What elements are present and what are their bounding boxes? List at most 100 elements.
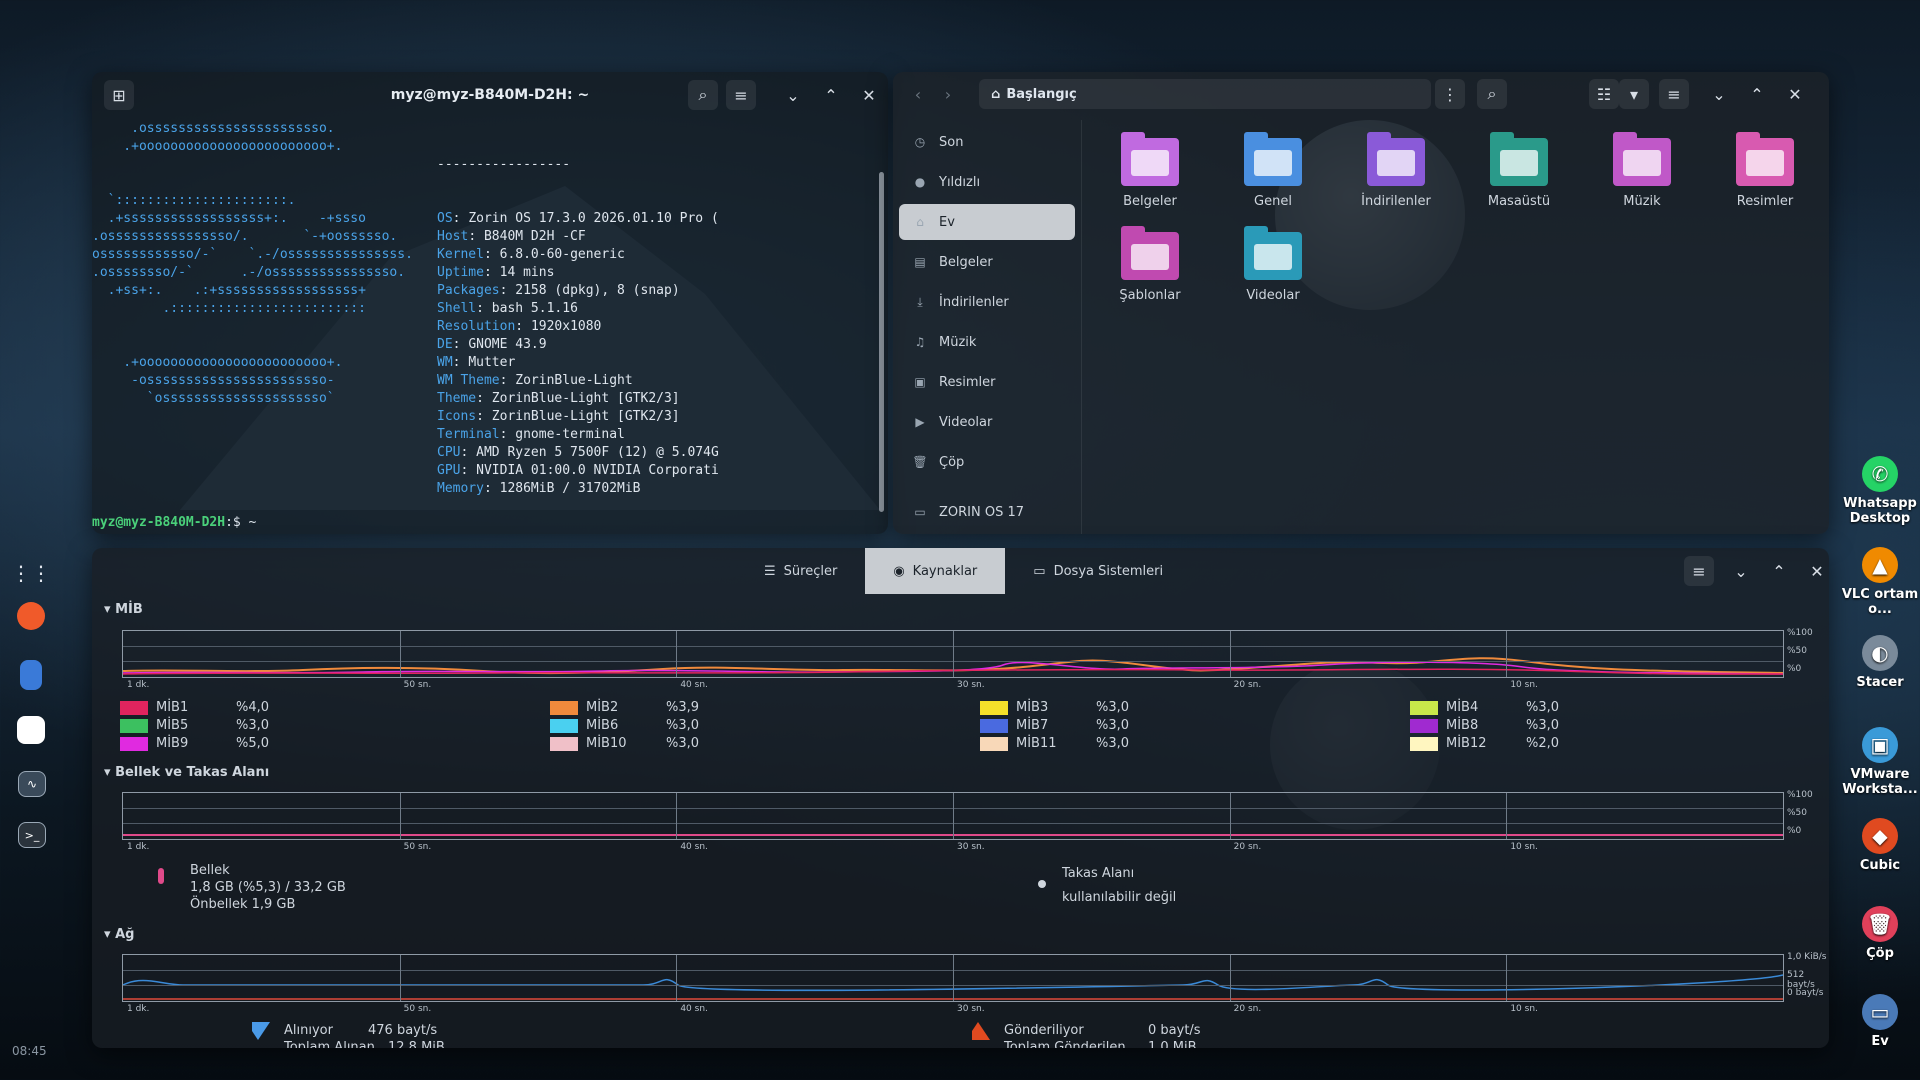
monitor-titlebar[interactable]: ☰ Süreçler ◉ Kaynaklar ▭ Dosya Sistemleri ≡ ⌄…	[92, 548, 1829, 594]
home-folder-icon: ▭	[1862, 994, 1898, 1030]
cpu-color-swatch[interactable]	[120, 700, 148, 715]
maximize-icon[interactable]: ⌃	[1742, 79, 1772, 109]
minimize-icon[interactable]: ⌄	[1704, 79, 1734, 109]
folder-item[interactable]: Masaüstü	[1464, 132, 1574, 209]
minimize-icon[interactable]: ⌄	[778, 80, 808, 110]
cpu-color-swatch[interactable]	[1410, 736, 1438, 751]
brave-browser-icon[interactable]	[17, 602, 45, 630]
cpu-color-swatch[interactable]	[550, 736, 578, 751]
sidebar-item-star[interactable]: ● Yıldızlı	[899, 164, 1075, 200]
back-icon[interactable]: ‹	[903, 79, 933, 109]
system-monitor-icon[interactable]: ∿	[18, 771, 46, 797]
software-store-icon[interactable]	[17, 716, 45, 744]
sidebar-item-download[interactable]: ⤓ İndirilenler	[899, 284, 1075, 320]
terminal-titlebar[interactable]: ⊞ myz@myz-B840M-D2H: ~ ⌕ ≡ ⌄ ⌃ ✕	[92, 72, 888, 118]
desktop-icon-stacer[interactable]: ◐ Stacer	[1835, 635, 1920, 690]
folder-inner	[1254, 150, 1292, 176]
terminal-title: myz@myz-B840M-D2H: ~	[390, 87, 590, 103]
view-mode-icon[interactable]: ☷	[1589, 79, 1619, 109]
cpu-name: MİB8	[1446, 718, 1479, 733]
tab-dosya-sistemleri[interactable]: ▭ Dosya Sistemleri	[1005, 548, 1191, 594]
tab-süreçler[interactable]: ☰ Süreçler	[736, 548, 865, 594]
folder-item[interactable]: Belgeler	[1095, 132, 1205, 209]
folder-item[interactable]: Resimler	[1710, 132, 1820, 209]
menu-icon[interactable]: ≡	[1659, 79, 1689, 109]
desktop-icon-vlc[interactable]: ▲ VLC ortam o...	[1835, 547, 1920, 617]
close-icon[interactable]: ✕	[854, 80, 884, 110]
files-icon[interactable]	[20, 660, 42, 690]
folder-item[interactable]: Videolar	[1218, 226, 1328, 303]
minimize-icon[interactable]: ⌄	[1726, 556, 1756, 586]
desktop-icon-vmware[interactable]: ▣ VMware Worksta...	[1835, 727, 1920, 797]
more-options-icon[interactable]: ⋮	[1435, 79, 1465, 109]
cpu-legend-item: MİB10 %3,0	[550, 736, 770, 751]
desktop-icon-whatsapp[interactable]: ✆ Whatsapp Desktop	[1835, 456, 1920, 526]
menu-icon[interactable]: ≡	[1684, 556, 1714, 586]
menu-icon[interactable]: ≡	[726, 80, 756, 110]
desktop-icon-home-folder[interactable]: ▭ Ev	[1835, 994, 1920, 1049]
folder-inner	[1254, 244, 1292, 270]
cpu-color-swatch[interactable]	[980, 700, 1008, 715]
terminal-prompt[interactable]: myz@myz-B840M-D2H:$ ~	[92, 514, 256, 532]
folder-item[interactable]: Müzik	[1587, 132, 1697, 209]
cpu-section-header[interactable]: ▾ MİB	[104, 602, 143, 617]
image-icon: ▣	[914, 375, 926, 389]
folder-item[interactable]: Şablonlar	[1095, 226, 1205, 303]
search-icon[interactable]: ⌕	[688, 80, 718, 110]
system-monitor-window[interactable]: ☰ Süreçler ◉ Kaynaklar ▭ Dosya Sistemleri ≡ ⌄…	[92, 548, 1829, 1048]
network-section-header[interactable]: ▾ Ağ	[104, 927, 134, 942]
memory-section-header[interactable]: ▾ Bellek ve Takas Alanı	[104, 765, 269, 780]
info-row: OS: Zorin OS 17.3.0 2026.01.10 Pro (	[437, 211, 719, 226]
memory-graph: 1 dk. 50 sn. 40 sn. 30 sn. 20 sn. 10 sn.	[122, 792, 1784, 852]
cpu-color-swatch[interactable]	[550, 718, 578, 733]
cpu-name: MİB11	[1016, 736, 1057, 751]
sidebar-item-trash[interactable]: 🗑 Çöp	[899, 444, 1075, 480]
desktop-icon-label: VLC ortam o...	[1841, 587, 1919, 617]
close-icon[interactable]: ✕	[1802, 556, 1829, 586]
sidebar-item-image[interactable]: ▣ Resimler	[899, 364, 1075, 400]
cpu-color-swatch[interactable]	[120, 736, 148, 751]
music-icon: ♫	[914, 335, 926, 349]
home-icon: ⌂	[991, 86, 1001, 102]
sidebar-item-document[interactable]: ▤ Belgeler	[899, 244, 1075, 280]
cpu-color-swatch[interactable]	[980, 736, 1008, 751]
info-value: NVIDIA 01:00.0 NVIDIA Corporati	[476, 463, 719, 478]
forward-icon[interactable]: ›	[933, 79, 963, 109]
sidebar-item-home[interactable]: ⌂ Ev	[899, 204, 1075, 240]
maximize-icon[interactable]: ⌃	[1764, 556, 1794, 586]
folder-item[interactable]: Genel	[1218, 132, 1328, 209]
maximize-icon[interactable]: ⌃	[816, 80, 846, 110]
recv-total: 12,8 MiB	[388, 1040, 445, 1048]
sidebar-item-video[interactable]: ▶ Videolar	[899, 404, 1075, 440]
scrollbar[interactable]	[879, 172, 884, 512]
location-bar[interactable]: ⌂ Başlangıç	[979, 79, 1431, 109]
sidebar-item-drive[interactable]: ▭ ZORIN OS 17	[899, 494, 1075, 530]
cpu-color-swatch[interactable]	[1410, 700, 1438, 715]
desktop-icon-cubic[interactable]: ◆ Cubic	[1835, 818, 1920, 873]
cpu-name: MİB1	[156, 700, 189, 715]
logo-line	[92, 174, 422, 192]
search-icon[interactable]: ⌕	[1477, 79, 1507, 109]
folder-item[interactable]: İndirilenler	[1341, 132, 1451, 209]
files-window[interactable]: ‹ › ⌂ Başlangıç ⋮ ⌕ ☷ ▾ ≡ ⌄ ⌃ ✕ ◷ Son ● Yıl…	[893, 72, 1829, 534]
x-tick-label: 40 sn.	[680, 680, 708, 690]
terminal-icon[interactable]: >_	[18, 822, 46, 848]
files-titlebar[interactable]: ‹ › ⌂ Başlangıç ⋮ ⌕ ☷ ▾ ≡ ⌄ ⌃ ✕	[893, 72, 1829, 116]
view-options-icon[interactable]: ▾	[1619, 79, 1649, 109]
logo-line: .ossssssssssssssso/. `-+oossssso.	[92, 229, 398, 244]
tab-kaynaklar[interactable]: ◉ Kaynaklar	[865, 548, 1006, 594]
desktop-icon-trash[interactable]: 🗑 Çöp	[1835, 906, 1920, 961]
cpu-color-swatch[interactable]	[550, 700, 578, 715]
cpu-color-swatch[interactable]	[1410, 718, 1438, 733]
memory-cache: Önbellek 1,9 GB	[190, 897, 296, 912]
cpu-color-swatch[interactable]	[120, 718, 148, 733]
sidebar-item-clock[interactable]: ◷ Son	[899, 124, 1075, 160]
app-grid-icon[interactable]: ⋮⋮	[11, 556, 51, 590]
cpu-color-swatch[interactable]	[980, 718, 1008, 733]
close-icon[interactable]: ✕	[1780, 79, 1810, 109]
sidebar-item-music[interactable]: ♫ Müzik	[899, 324, 1075, 360]
terminal-window[interactable]: ⊞ myz@myz-B840M-D2H: ~ ⌕ ≡ ⌄ ⌃ ✕ .osssss…	[92, 72, 888, 534]
info-value: gnome-terminal	[515, 427, 625, 442]
cpu-legend-item: MİB9 %5,0	[120, 736, 340, 751]
files-sidebar: ◷ Son ● Yıldızlı ⌂ Ev ▤ Belgeler ⤓ İndirilenler ♫ M…	[893, 120, 1082, 534]
